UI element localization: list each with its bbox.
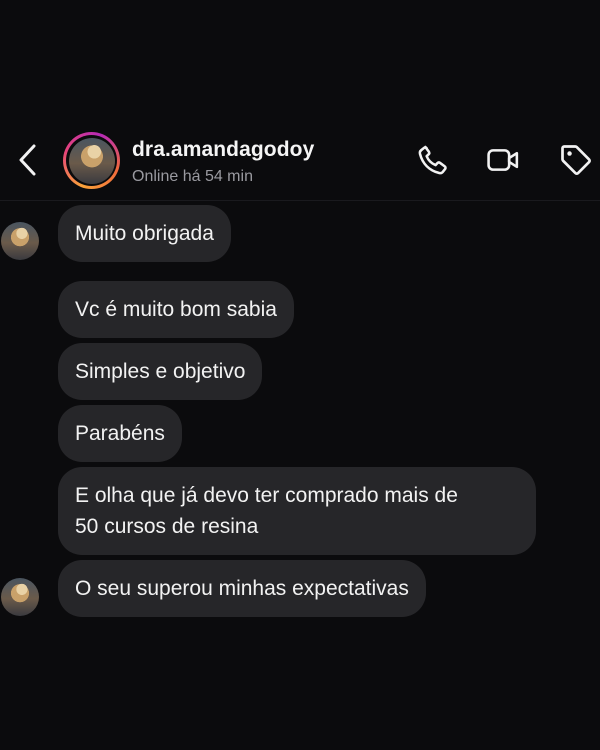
message-bubble[interactable]: Simples e objetivo <box>58 343 263 400</box>
sender-avatar[interactable] <box>1 222 39 260</box>
message-bubble[interactable]: Vc é muito bom sabia <box>58 281 294 338</box>
message-bubble[interactable]: O seu superou minhas expectativas <box>58 560 426 617</box>
message-bubble[interactable]: Parabéns <box>58 405 182 462</box>
message-bubble[interactable]: Muito obrigada <box>58 205 231 262</box>
message-thread[interactable]: Muito obrigada Vc é muito bom sabia Simp… <box>0 0 600 750</box>
message-bubble[interactable]: E olha que já devo ter comprado mais de … <box>58 467 536 555</box>
sender-avatar[interactable] <box>1 578 39 616</box>
